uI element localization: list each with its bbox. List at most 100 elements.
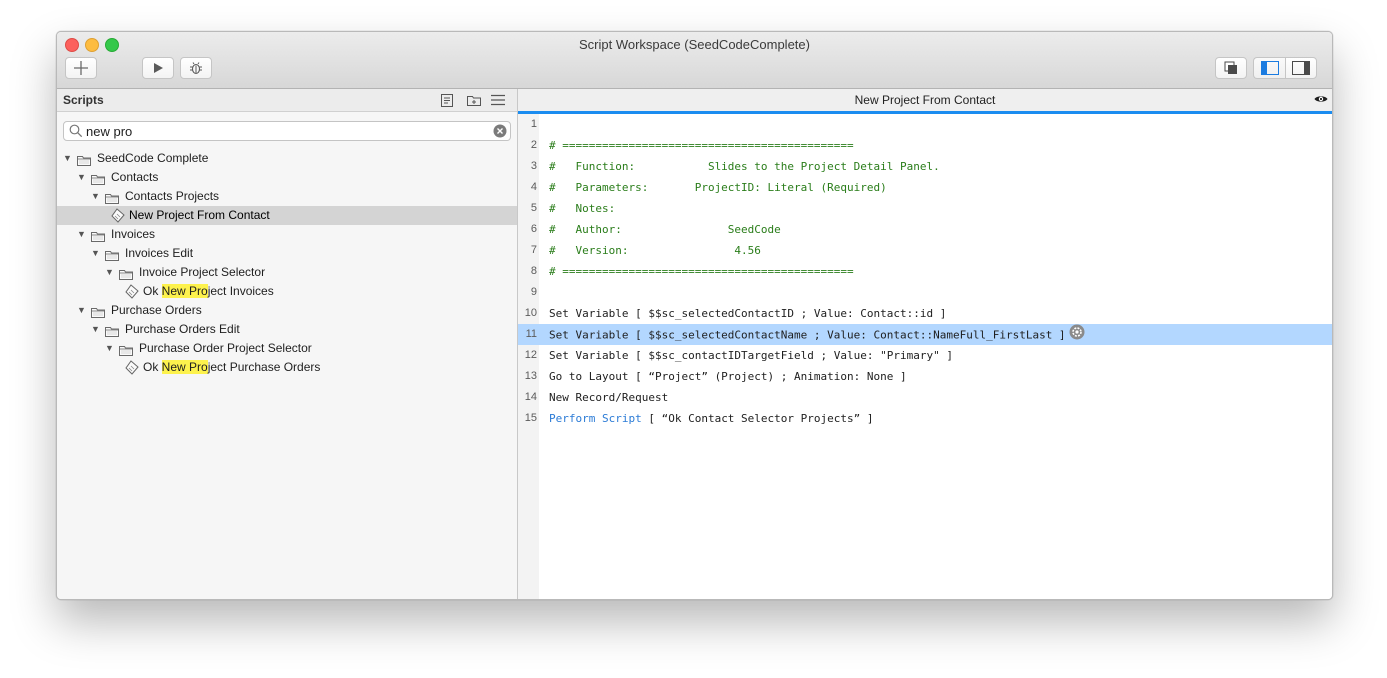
- gear-icon[interactable]: [1069, 324, 1085, 347]
- script-step-text: # Parameters: ProjectID: Literal (Requir…: [549, 177, 887, 198]
- line-number: 6: [530, 223, 537, 235]
- tree-folder-row[interactable]: ▼ SeedCode Complete: [57, 149, 517, 168]
- scripts-sidebar: Scripts new pro ▼ SeedCode Complete ▼ Co…: [57, 89, 518, 599]
- disclosure-triangle-icon[interactable]: ▼: [105, 339, 114, 358]
- disclosure-triangle-icon[interactable]: ▼: [91, 320, 100, 339]
- script-step-text: Set Variable [ $$sc_selectedContactID ; …: [549, 303, 946, 324]
- script-step-line[interactable]: 3 # Function: Slides to the Project Detai…: [518, 156, 1332, 177]
- script-step-line[interactable]: 5 # Notes:: [518, 198, 1332, 219]
- tree-item-label: Purchase Orders Edit: [125, 322, 240, 336]
- script-step-segment: [ “Ok Contact Selector Projects” ]: [641, 412, 874, 425]
- clear-icon[interactable]: [493, 124, 507, 138]
- tree-item-label: Contacts Projects: [125, 189, 220, 203]
- copy-button[interactable]: [1215, 57, 1247, 79]
- disclosure-triangle-icon[interactable]: ▼: [91, 187, 100, 206]
- copy-icon: [1224, 61, 1237, 74]
- script-step-line[interactable]: 11 Set Variable [ $$sc_selectedContactNam…: [518, 324, 1332, 345]
- line-number: 3: [530, 160, 537, 172]
- list-icon: [491, 94, 505, 106]
- script-step-line[interactable]: 7 # Version: 4.56: [518, 240, 1332, 261]
- disclosure-triangle-icon[interactable]: ▼: [77, 301, 86, 320]
- disclosure-triangle-icon[interactable]: ▼: [77, 225, 86, 244]
- script-comment: # Author: SeedCode: [549, 223, 781, 236]
- script-step-text: New Record/Request: [549, 387, 668, 408]
- tree-item-label: Purchase Order Project Selector: [139, 341, 312, 355]
- script-step-line[interactable]: 8 # =====================================…: [518, 261, 1332, 282]
- add-script-button[interactable]: [65, 57, 97, 79]
- tree-script-row[interactable]: Ok New Project Purchase Orders: [57, 358, 517, 377]
- line-number: 4: [530, 181, 537, 193]
- editor-tab[interactable]: New Project From Contact: [518, 89, 1332, 114]
- tree-item-label: Ok New Project Purchase Orders: [143, 360, 321, 374]
- tree-folder-row[interactable]: ▼ Purchase Orders Edit: [57, 320, 517, 339]
- tree-item-label: Ok New Project Invoices: [143, 284, 274, 298]
- script-step-text: # ======================================…: [549, 261, 854, 282]
- tree-folder-row[interactable]: ▼ Purchase Orders: [57, 301, 517, 320]
- list-options-button[interactable]: [491, 93, 505, 107]
- line-number: 13: [524, 370, 537, 382]
- toggle-left-panel-button[interactable]: [1253, 57, 1285, 79]
- right-panel-icon: [1292, 61, 1310, 75]
- script-step-segment: Set Variable [ $$sc_selectedContactID ; …: [549, 307, 947, 320]
- tree-script-row[interactable]: New Project From Contact: [57, 206, 517, 225]
- tree-item-label: Contacts: [111, 170, 159, 184]
- sidebar-header: Scripts: [57, 89, 517, 112]
- scripts-tree: ▼ SeedCode Complete ▼ Contacts ▼ Contacts Pro…: [57, 149, 517, 377]
- script-step-line[interactable]: 10 Set Variable [ $$sc_selectedContactID …: [518, 303, 1332, 324]
- tree-folder-row[interactable]: ▼ Invoices Edit: [57, 244, 517, 263]
- script-step-line[interactable]: 6 # Author: SeedCode: [518, 219, 1332, 240]
- script-workspace-window: Script Workspace (SeedCodeComplete) Scri…: [56, 31, 1333, 600]
- debug-script-button[interactable]: [180, 57, 212, 79]
- search-match-highlight: New Pro: [161, 360, 208, 374]
- line-number: 15: [524, 412, 537, 424]
- line-number: 14: [524, 391, 537, 403]
- line-number: 2: [530, 139, 537, 151]
- script-step-segment: Set Variable [ $$sc_contactIDTargetField…: [549, 349, 953, 362]
- script-step-line[interactable]: 14 New Record/Request: [518, 387, 1332, 408]
- eye-icon[interactable]: [1314, 94, 1328, 104]
- script-step-line[interactable]: 13 Go to Layout [ “Project” (Project) ; A…: [518, 366, 1332, 387]
- script-step-line[interactable]: 15 Perform Script [ “Ok Contact Selector …: [518, 408, 1332, 429]
- script-step-line[interactable]: 4 # Parameters: ProjectID: Literal (Requi…: [518, 177, 1332, 198]
- script-step-text: Perform Script [ “Ok Contact Selector Pr…: [549, 408, 874, 429]
- tree-folder-row[interactable]: ▼ Invoices: [57, 225, 517, 244]
- script-comment: # Parameters: ProjectID: Literal (Requir…: [549, 181, 887, 194]
- line-number: 11: [525, 328, 537, 340]
- tree-folder-row[interactable]: ▼ Contacts: [57, 168, 517, 187]
- new-script-button[interactable]: [440, 93, 454, 107]
- tree-item-label: Purchase Orders: [111, 303, 202, 317]
- disclosure-triangle-icon[interactable]: ▼: [77, 168, 86, 187]
- new-script-icon: [441, 93, 453, 107]
- toggle-right-panel-button[interactable]: [1285, 57, 1317, 79]
- script-step-line[interactable]: 9: [518, 282, 1332, 303]
- script-step-text: # Function: Slides to the Project Detail…: [549, 156, 940, 177]
- search-input[interactable]: [86, 123, 481, 139]
- tree-item-label: Invoices: [111, 227, 156, 241]
- tree-folder-row[interactable]: ▼ Contacts Projects: [57, 187, 517, 206]
- script-steps: 1 2 # ====================================…: [518, 114, 1332, 429]
- tree-item-label: SeedCode Complete: [97, 151, 209, 165]
- search-field[interactable]: [63, 121, 511, 141]
- tree-script-row[interactable]: Ok New Project Invoices: [57, 282, 517, 301]
- script-step-line[interactable]: 2 # =====================================…: [518, 135, 1332, 156]
- script-step-text: # Notes:: [549, 198, 615, 219]
- line-number: 10: [524, 307, 537, 319]
- tree-folder-row[interactable]: ▼ Invoice Project Selector: [57, 263, 517, 282]
- script-step-keyword: Perform Script: [549, 412, 642, 425]
- script-step-line[interactable]: 12 Set Variable [ $$sc_contactIDTargetFie…: [518, 345, 1332, 366]
- script-comment: # Version: 4.56: [549, 244, 761, 257]
- play-icon: [154, 63, 163, 73]
- new-folder-button[interactable]: [467, 93, 481, 107]
- script-step-line[interactable]: 1: [518, 114, 1332, 135]
- disclosure-triangle-icon[interactable]: ▼: [91, 244, 100, 263]
- run-script-button[interactable]: [142, 57, 174, 79]
- disclosure-triangle-icon[interactable]: ▼: [63, 149, 72, 168]
- line-number: 9: [530, 286, 537, 298]
- tree-folder-row[interactable]: ▼ Purchase Order Project Selector: [57, 339, 517, 358]
- line-number: 5: [530, 202, 537, 214]
- disclosure-triangle-icon[interactable]: ▼: [105, 263, 114, 282]
- script-comment: # Function: Slides to the Project Detail…: [549, 160, 940, 173]
- script-step-text: # ======================================…: [549, 135, 854, 156]
- search-icon: [69, 124, 83, 138]
- line-number: 12: [524, 349, 537, 361]
